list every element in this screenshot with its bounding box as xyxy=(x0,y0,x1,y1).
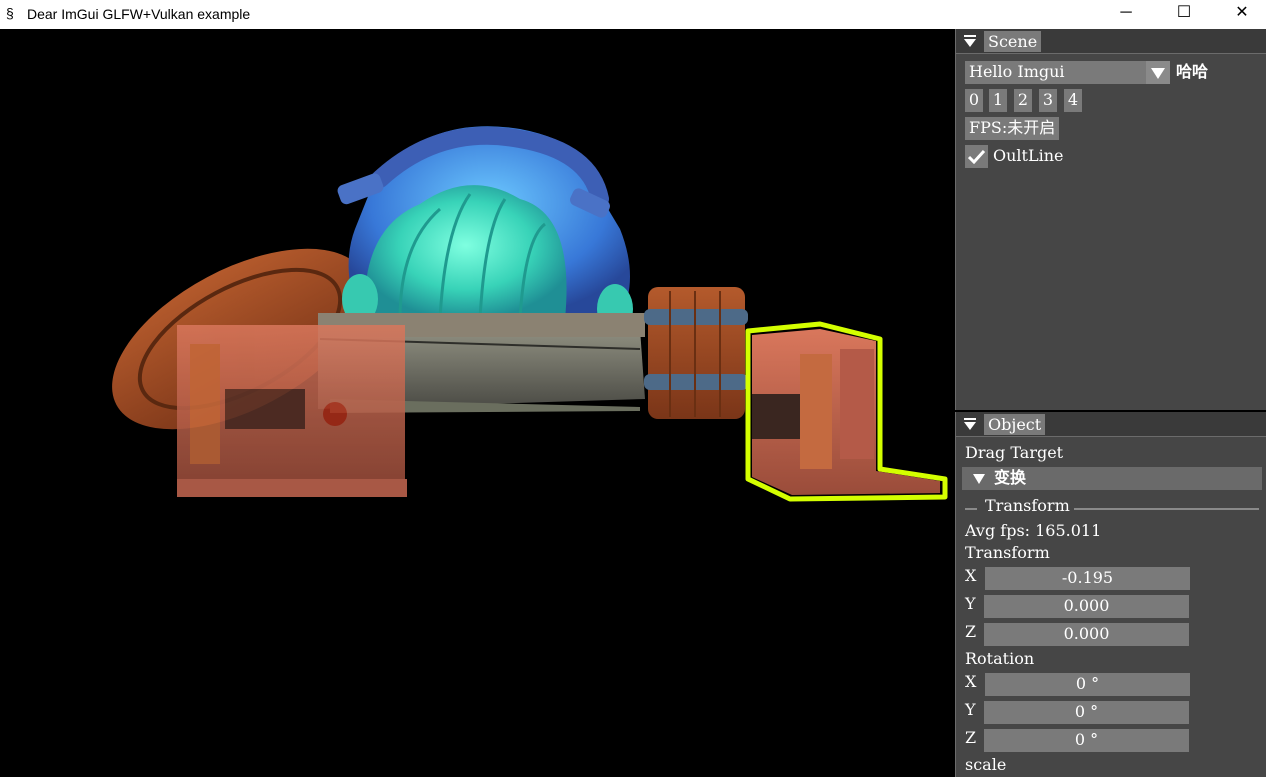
button-0[interactable]: 0 xyxy=(965,89,983,112)
tab-scene[interactable]: Scene xyxy=(984,31,1042,52)
barrel xyxy=(644,287,748,419)
selected-cart xyxy=(745,321,948,502)
rotation-y-field[interactable]: 0 ° xyxy=(984,701,1189,724)
checkmark-icon xyxy=(968,149,985,164)
transform-y-field[interactable]: 0.000 xyxy=(984,595,1189,618)
scene-combo[interactable]: Hello Imgui xyxy=(965,61,1170,84)
checkbox-label: OultLine xyxy=(993,146,1064,165)
rotation-z-field[interactable]: 0 ° xyxy=(984,729,1189,752)
close-button[interactable]: ✕ xyxy=(1213,0,1266,29)
button-3[interactable]: 3 xyxy=(1039,89,1057,112)
button-4[interactable]: 4 xyxy=(1064,89,1082,112)
combo-value: Hello Imgui xyxy=(969,62,1065,81)
3d-viewport[interactable] xyxy=(0,29,955,777)
collapse-icon[interactable] xyxy=(963,33,977,49)
chevron-down-icon xyxy=(973,474,985,484)
transform-label: Transform xyxy=(965,543,1050,562)
separator-right xyxy=(1074,508,1259,510)
avg-fps-text: Avg fps: 165.011 xyxy=(965,521,1102,540)
window-title: Dear ImGui GLFW+Vulkan example xyxy=(27,6,251,22)
outline-checkbox[interactable] xyxy=(965,145,988,168)
rotation-z-label: Z xyxy=(965,728,977,747)
transform-x-field[interactable]: -0.195 xyxy=(985,567,1190,590)
scene-render xyxy=(112,126,948,502)
combo-side-label: 哈哈 xyxy=(1176,62,1209,81)
app-icon: § xyxy=(6,5,14,21)
separator-text: Transform xyxy=(985,496,1070,515)
header-label: 变换 xyxy=(994,468,1027,487)
scene-tab-bar: Scene xyxy=(956,29,1266,54)
chevron-down-icon[interactable] xyxy=(1146,61,1170,84)
separator-left xyxy=(965,508,977,510)
transform-z-label: Z xyxy=(965,622,977,641)
transform-y-label: Y xyxy=(965,594,976,613)
rotation-x-field[interactable]: 0 ° xyxy=(985,673,1190,696)
transform-z-field[interactable]: 0.000 xyxy=(984,623,1189,646)
scene-panel: Scene Hello Imgui 哈哈 0 1 2 3 4 FPS:未开启 O… xyxy=(955,29,1266,410)
object-tab-bar: Object xyxy=(956,412,1266,437)
scale-label: scale xyxy=(965,755,1007,774)
drag-target-label[interactable]: Drag Target xyxy=(965,442,1063,464)
tab-object[interactable]: Object xyxy=(984,414,1046,435)
transform-header[interactable]: 变换 xyxy=(962,467,1262,490)
title-bar: § Dear ImGui GLFW+Vulkan example ─ ☐ ✕ xyxy=(0,0,1266,29)
minimize-button[interactable]: ─ xyxy=(1097,0,1155,29)
transform-x-label: X xyxy=(965,566,977,585)
rotation-x-label: X xyxy=(965,672,977,691)
object-panel: Object Drag Target 变换 Transform Avg fps:… xyxy=(955,412,1266,777)
button-1[interactable]: 1 xyxy=(989,89,1007,112)
fps-button[interactable]: FPS:未开启 xyxy=(965,117,1060,140)
collapse-icon[interactable] xyxy=(963,416,977,432)
maximize-button[interactable]: ☐ xyxy=(1155,0,1213,29)
rotation-y-label: Y xyxy=(965,700,976,719)
left-cart xyxy=(177,325,407,497)
button-2[interactable]: 2 xyxy=(1014,89,1032,112)
rotation-label: Rotation xyxy=(965,649,1035,668)
